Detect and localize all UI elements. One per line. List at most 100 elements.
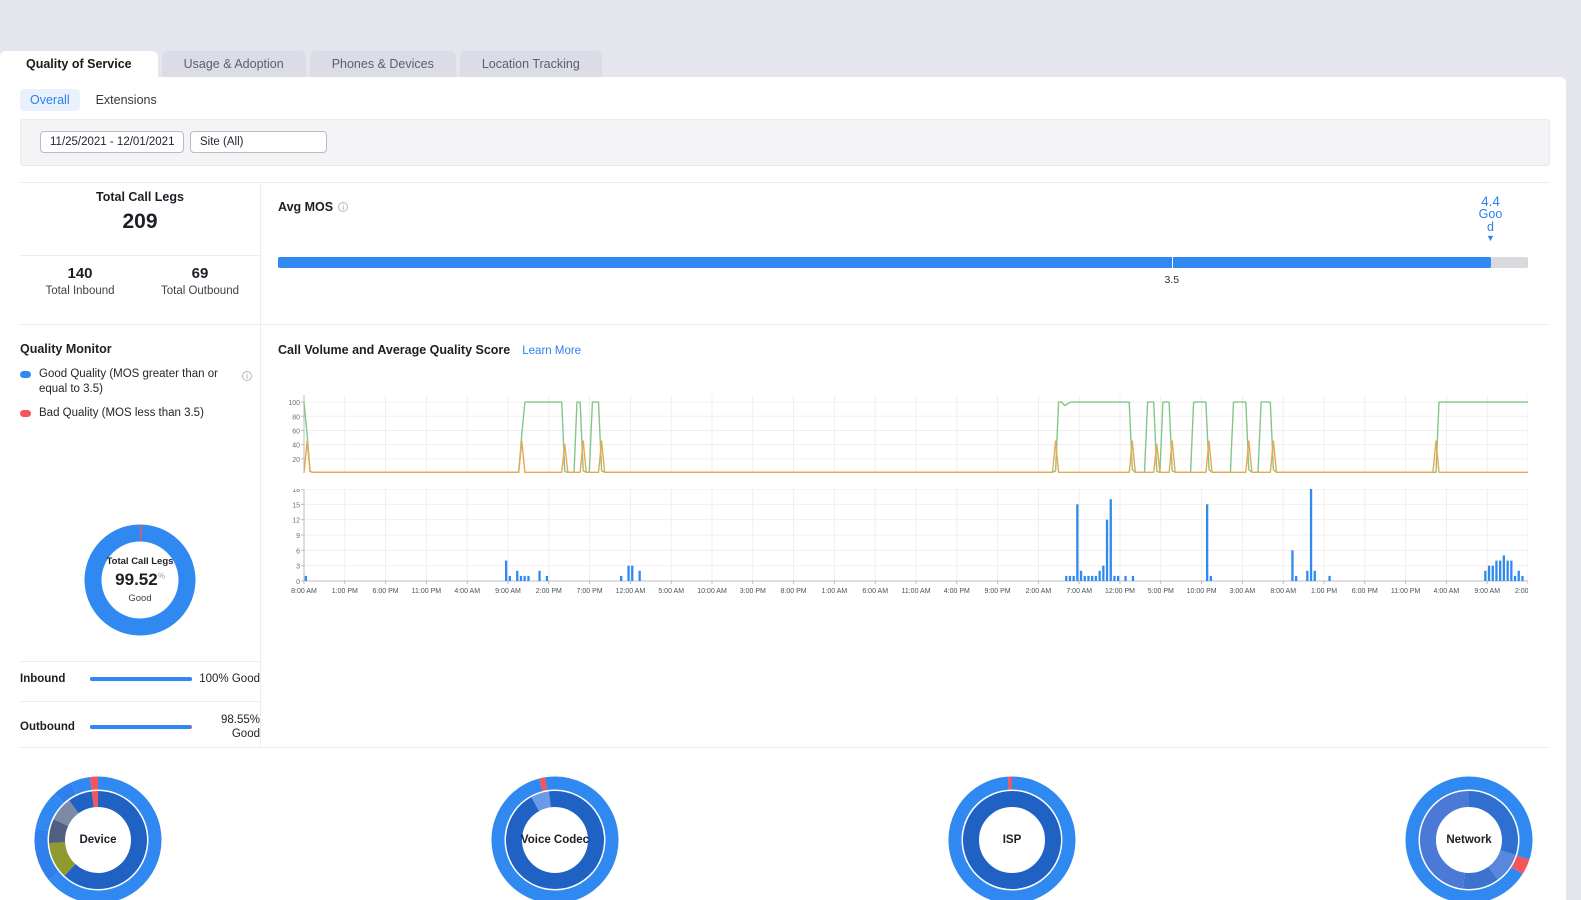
svg-text:12:00 PM: 12:00 PM <box>1105 588 1135 595</box>
breakdown-card: ISPother99% Good Quality <box>947 775 1277 900</box>
info-icon[interactable]: i <box>338 202 348 212</box>
sub-tabs: Overall Extensions <box>20 89 167 111</box>
donut-value-unit: % <box>158 571 165 580</box>
svg-text:80: 80 <box>292 414 300 421</box>
inbound-quality-row: Inbound 100% Good <box>20 673 260 685</box>
donut-center-label: Total Call Legs <box>107 556 174 567</box>
total-outbound-kpi: 69 Total Outbound <box>140 265 260 297</box>
breakdown-donut: Network <box>1404 775 1534 900</box>
breakdown-center-label: Network <box>1404 775 1534 900</box>
tab-usage-adoption[interactable]: Usage & Adoption <box>162 51 306 77</box>
svg-text:7:00 PM: 7:00 PM <box>577 588 603 595</box>
avg-mos-marker: 4.4 Good ▼ <box>1478 195 1504 243</box>
svg-text:9: 9 <box>296 533 300 540</box>
call-volume-bar-chart: 03691215188:00 AM1:00 PM6:00 PM11:00 PM4… <box>278 489 1528 599</box>
svg-text:6:00 AM: 6:00 AM <box>862 588 888 595</box>
outbound-quality-name: Outbound <box>20 720 84 734</box>
date-range-filter[interactable]: 11/25/2021 - 12/01/2021 <box>40 131 184 153</box>
avg-mos-gauge: 3.5 4.4 Good ▼ <box>278 257 1528 268</box>
svg-text:8:00 AM: 8:00 AM <box>1270 588 1296 595</box>
svg-text:7:00 AM: 7:00 AM <box>1066 588 1092 595</box>
main-tabs: Quality of ServiceUsage & AdoptionPhones… <box>0 51 602 77</box>
svg-text:5:00 PM: 5:00 PM <box>1148 588 1174 595</box>
svg-text:0: 0 <box>296 579 300 586</box>
bar-chart-svg: 03691215188:00 AM1:00 PM6:00 PM11:00 PM4… <box>278 489 1528 599</box>
svg-text:1:00 PM: 1:00 PM <box>1311 588 1337 595</box>
svg-text:4:00 AM: 4:00 AM <box>454 588 480 595</box>
legend-bad-quality: Bad Quality (MOS less than 3.5) <box>20 406 252 421</box>
svg-text:11:00 PM: 11:00 PM <box>1391 588 1421 595</box>
total-call-legs-kpi: Total Call Legs 209 <box>20 190 260 234</box>
divider <box>20 255 260 256</box>
svg-text:40: 40 <box>292 443 300 450</box>
svg-text:3:00 AM: 3:00 AM <box>1230 588 1256 595</box>
breakdown-center-label: ISP <box>947 775 1077 900</box>
tab-location-tracking[interactable]: Location Tracking <box>460 51 602 77</box>
breakdown-card: Voice Codecopus100% Good Quality <box>490 775 820 900</box>
inbound-quality-fill <box>90 677 192 681</box>
learn-more-link[interactable]: Learn More <box>522 345 581 357</box>
tab-quality-of-service[interactable]: Quality of Service <box>0 51 158 77</box>
outbound-quality-pct: 98.55% Good <box>198 713 260 741</box>
avg-mos-title: Avg MOS i <box>278 200 348 214</box>
donut-value-number: 99.52 <box>115 570 158 589</box>
quality-monitor-donut: Total Call Legs 99.52% Good <box>80 520 200 640</box>
site-filter[interactable]: Site (All) <box>190 131 327 153</box>
inbound-quality-name: Inbound <box>20 673 84 685</box>
svg-text:9:00 AM: 9:00 AM <box>1474 588 1500 595</box>
total-inbound-kpi: 140 Total Inbound <box>20 265 140 297</box>
inbound-quality-track <box>90 677 192 681</box>
breakdown-donut: Voice Codec <box>490 775 620 900</box>
divider <box>20 324 1550 325</box>
line-chart-svg: 20406080100 <box>278 395 1528 477</box>
dashboard-page: Quality of ServiceUsage & AdoptionPhones… <box>0 0 1581 900</box>
tab-phones-devices[interactable]: Phones & Devices <box>310 51 456 77</box>
quality-score-line-chart: 20406080100 <box>278 395 1528 477</box>
outbound-quality-track <box>90 725 192 729</box>
svg-text:20: 20 <box>292 457 300 464</box>
divider <box>20 747 1550 748</box>
avg-mos-rating: Good <box>1478 208 1504 234</box>
inbound-quality-pct: 100% Good <box>198 673 260 685</box>
filter-bar: 11/25/2021 - 12/01/2021 Site (All) <box>20 119 1550 166</box>
svg-text:2:00 PM: 2:00 PM <box>1515 588 1528 595</box>
quality-monitor-title: Quality Monitor <box>20 342 112 356</box>
avg-mos-fill <box>278 257 1491 268</box>
svg-text:5:00 AM: 5:00 AM <box>658 588 684 595</box>
svg-text:4:00 PM: 4:00 PM <box>944 588 970 595</box>
divider <box>20 701 260 702</box>
avg-mos-threshold-tick <box>1172 255 1173 270</box>
subtab-extensions[interactable]: Extensions <box>86 89 167 111</box>
divider <box>20 182 1550 183</box>
svg-text:6:00 PM: 6:00 PM <box>1352 588 1378 595</box>
outbound-quality-row: Outbound 98.55% Good <box>20 713 260 741</box>
svg-text:1:00 PM: 1:00 PM <box>332 588 358 595</box>
total-call-legs-value: 209 <box>20 210 260 234</box>
svg-text:8:00 AM: 8:00 AM <box>291 588 317 595</box>
svg-text:2:00 PM: 2:00 PM <box>536 588 562 595</box>
call-volume-label: Call Volume and Average Quality Score <box>278 343 510 357</box>
donut-center-content: Total Call Legs 99.52% Good <box>80 520 200 640</box>
svg-text:3: 3 <box>296 564 300 571</box>
info-icon[interactable]: i <box>242 371 252 381</box>
breakdown-card: Networkother80% Good Quality <box>1404 775 1581 900</box>
breakdown-center-label: Voice Codec <box>490 775 620 900</box>
svg-text:11:00 PM: 11:00 PM <box>412 588 442 595</box>
avg-mos-label: Avg MOS <box>278 200 333 214</box>
svg-text:9:00 AM: 9:00 AM <box>495 588 521 595</box>
subtab-overall[interactable]: Overall <box>20 89 80 111</box>
avg-mos-threshold-label: 3.5 <box>1164 274 1179 286</box>
svg-text:4:00 AM: 4:00 AM <box>1434 588 1460 595</box>
total-inbound-label: Total Inbound <box>20 285 140 297</box>
total-outbound-value: 69 <box>140 265 260 282</box>
svg-text:15: 15 <box>292 502 300 509</box>
legend-good-quality: Good Quality (MOS greater than or equal … <box>20 367 252 397</box>
content-card: Overall Extensions 11/25/2021 - 12/01/202… <box>0 77 1566 900</box>
svg-text:10:00 AM: 10:00 AM <box>697 588 727 595</box>
total-call-legs-label: Total Call Legs <box>20 190 260 204</box>
divider <box>260 324 261 747</box>
svg-text:18: 18 <box>292 489 300 494</box>
marker-arrow-icon: ▼ <box>1478 234 1504 243</box>
divider <box>260 182 261 324</box>
svg-text:12:00 AM: 12:00 AM <box>616 588 646 595</box>
